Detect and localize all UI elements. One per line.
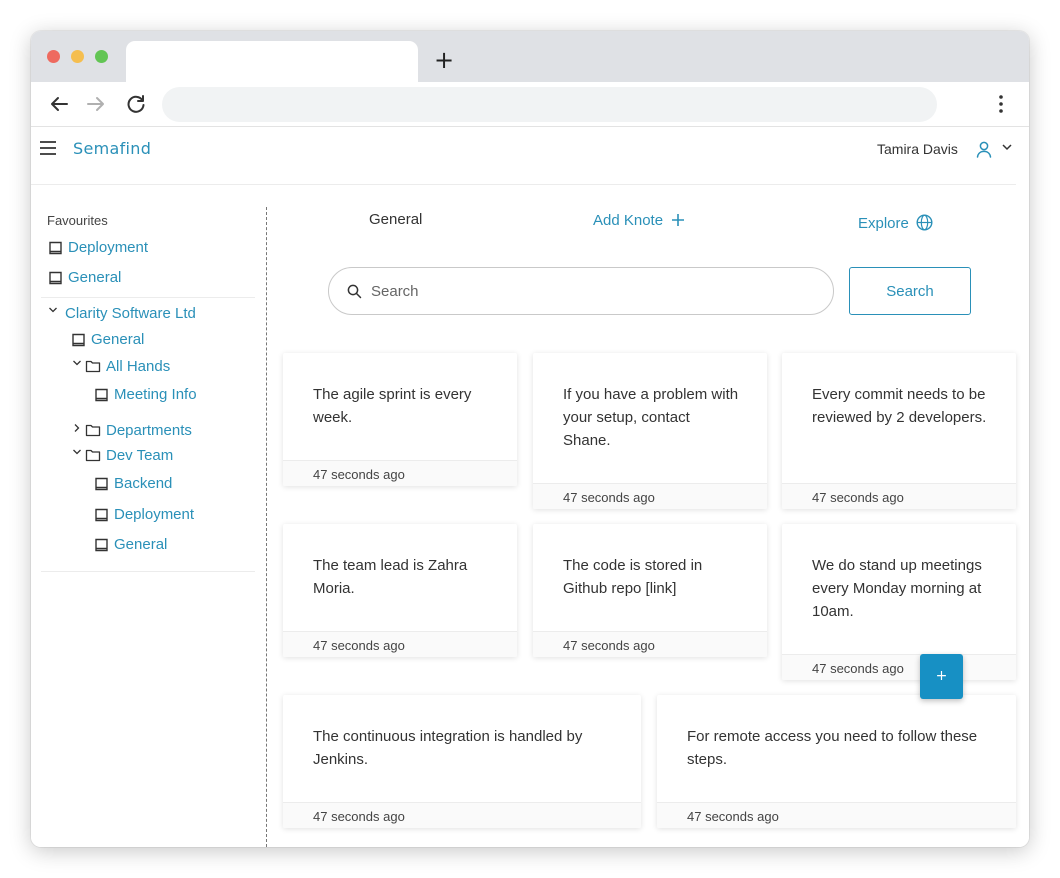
reload-icon[interactable] [124, 92, 148, 116]
user-icon[interactable] [975, 140, 993, 158]
knote-text: For remote access you need to follow the… [687, 728, 978, 768]
close-window-button[interactable] [47, 50, 60, 63]
browser-toolbar [31, 82, 1029, 127]
knote-timestamp: 47 seconds ago [812, 661, 904, 676]
back-arrow-icon[interactable] [47, 92, 71, 116]
knote-footer: 47 seconds ago [533, 483, 767, 509]
chevron-down-icon[interactable] [72, 447, 82, 457]
search-icon [347, 284, 362, 299]
sidebar-item-all-hands[interactable]: All Hands [106, 358, 170, 375]
sidebar-item-meeting-info[interactable]: Meeting Info [114, 386, 197, 403]
knote-card[interactable]: Every commit needs to be reviewed by 2 d… [782, 353, 1016, 509]
app-brand[interactable]: Semafind [73, 139, 151, 158]
chevron-right-icon[interactable] [72, 423, 82, 433]
knote-text: The code is stored in Github repo [link] [563, 557, 703, 597]
app-header: Semafind Tamira Davis [31, 127, 1016, 185]
new-tab-button[interactable]: + [431, 47, 457, 73]
tab-general[interactable]: General [369, 211, 422, 228]
knote-text: Every commit needs to be reviewed by 2 d… [812, 386, 987, 426]
tab-add-knote[interactable]: Add Knote [593, 211, 685, 229]
sidebar-item-org[interactable]: Clarity Software Ltd [65, 305, 196, 322]
app-content: Semafind Tamira Davis Favourites Deploym… [31, 127, 1029, 847]
knote-card[interactable]: We do stand up meetings every Monday mor… [782, 524, 1016, 680]
book-icon [95, 508, 108, 522]
knote-card[interactable]: For remote access you need to follow the… [657, 695, 1016, 828]
knote-card[interactable]: The code is stored in Github repo [link]… [533, 524, 767, 657]
sidebar-item-backend[interactable]: Backend [114, 475, 172, 492]
sidebar-divider [41, 297, 255, 298]
search-field[interactable] [328, 267, 834, 315]
book-icon [72, 333, 85, 347]
sidebar: Favourites Deployment General Clarity So… [31, 185, 267, 847]
folder-icon [85, 360, 101, 373]
knote-timestamp: 47 seconds ago [563, 638, 655, 653]
book-icon [95, 388, 108, 402]
add-knote-fab[interactable]: + [920, 654, 963, 699]
browser-menu-icon[interactable] [993, 92, 1009, 116]
knote-card[interactable]: The team lead is Zahra Moria. 47 seconds… [283, 524, 517, 657]
knote-footer: 47 seconds ago [283, 460, 517, 486]
tab-explore[interactable]: Explore [858, 211, 933, 232]
browser-window: + Semafind Tamira Davis Favourites Deplo… [31, 31, 1029, 847]
sidebar-item-dev-team[interactable]: Dev Team [106, 447, 173, 464]
knote-timestamp: 47 seconds ago [812, 490, 904, 505]
main-panel: General Add Knote Explore Search Search … [267, 185, 1029, 847]
chevron-down-icon[interactable] [1001, 141, 1013, 153]
knote-timestamp: 47 seconds ago [313, 638, 405, 653]
knote-timestamp: 47 seconds ago [687, 809, 779, 824]
knote-card[interactable]: If you have a problem with your setup, c… [533, 353, 767, 509]
chevron-down-icon[interactable] [72, 358, 82, 368]
forward-arrow-icon[interactable] [84, 92, 108, 116]
knote-text: The team lead is Zahra Moria. [313, 557, 468, 597]
knote-footer: 47 seconds ago [657, 802, 1016, 828]
tab-add-knote-label: Add Knote [593, 212, 664, 229]
browser-tab[interactable] [126, 41, 418, 82]
book-icon [49, 241, 62, 255]
knote-timestamp: 47 seconds ago [313, 467, 405, 482]
knote-footer: 47 seconds ago [533, 631, 767, 657]
folder-icon [85, 424, 101, 437]
book-icon [95, 538, 108, 552]
chevron-down-icon[interactable] [48, 305, 58, 315]
search-button[interactable]: Search [849, 267, 971, 315]
user-name[interactable]: Tamira Davis [877, 141, 958, 157]
knote-text: We do stand up meetings every Monday mor… [812, 557, 982, 620]
sidebar-item-fav-general[interactable]: General [68, 269, 121, 286]
knote-timestamp: 47 seconds ago [313, 809, 405, 824]
favourites-heading: Favourites [47, 213, 108, 228]
sidebar-item-dev-general[interactable]: General [114, 536, 167, 553]
knote-footer: 47 seconds ago [283, 631, 517, 657]
knote-text: The continuous integration is handled by… [313, 728, 583, 768]
tab-explore-label: Explore [858, 215, 909, 232]
sidebar-item-deployment[interactable]: Deployment [114, 506, 194, 523]
book-icon [95, 477, 108, 491]
minimize-window-button[interactable] [71, 50, 84, 63]
hamburger-menu-icon[interactable] [40, 141, 56, 155]
globe-icon [916, 214, 933, 231]
sidebar-item-fav-deployment[interactable]: Deployment [68, 239, 148, 256]
knote-card[interactable]: The continuous integration is handled by… [283, 695, 641, 828]
sidebar-item-org-general[interactable]: General [91, 331, 144, 348]
knote-footer: 47 seconds ago [782, 654, 1016, 680]
knote-text: If you have a problem with your setup, c… [563, 386, 739, 449]
browser-titlebar: + [31, 31, 1029, 82]
search-input[interactable] [371, 278, 811, 304]
sidebar-divider [41, 571, 255, 572]
address-bar[interactable] [162, 87, 937, 122]
knote-footer: 47 seconds ago [283, 802, 641, 828]
knote-timestamp: 47 seconds ago [563, 490, 655, 505]
knote-footer: 47 seconds ago [782, 483, 1016, 509]
sidebar-item-departments[interactable]: Departments [106, 422, 192, 439]
book-icon [49, 271, 62, 285]
plus-icon [672, 214, 685, 226]
knote-card[interactable]: The agile sprint is every week. 47 secon… [283, 353, 517, 486]
folder-icon [85, 449, 101, 462]
knote-text: The agile sprint is every week. [313, 386, 472, 426]
maximize-window-button[interactable] [95, 50, 108, 63]
